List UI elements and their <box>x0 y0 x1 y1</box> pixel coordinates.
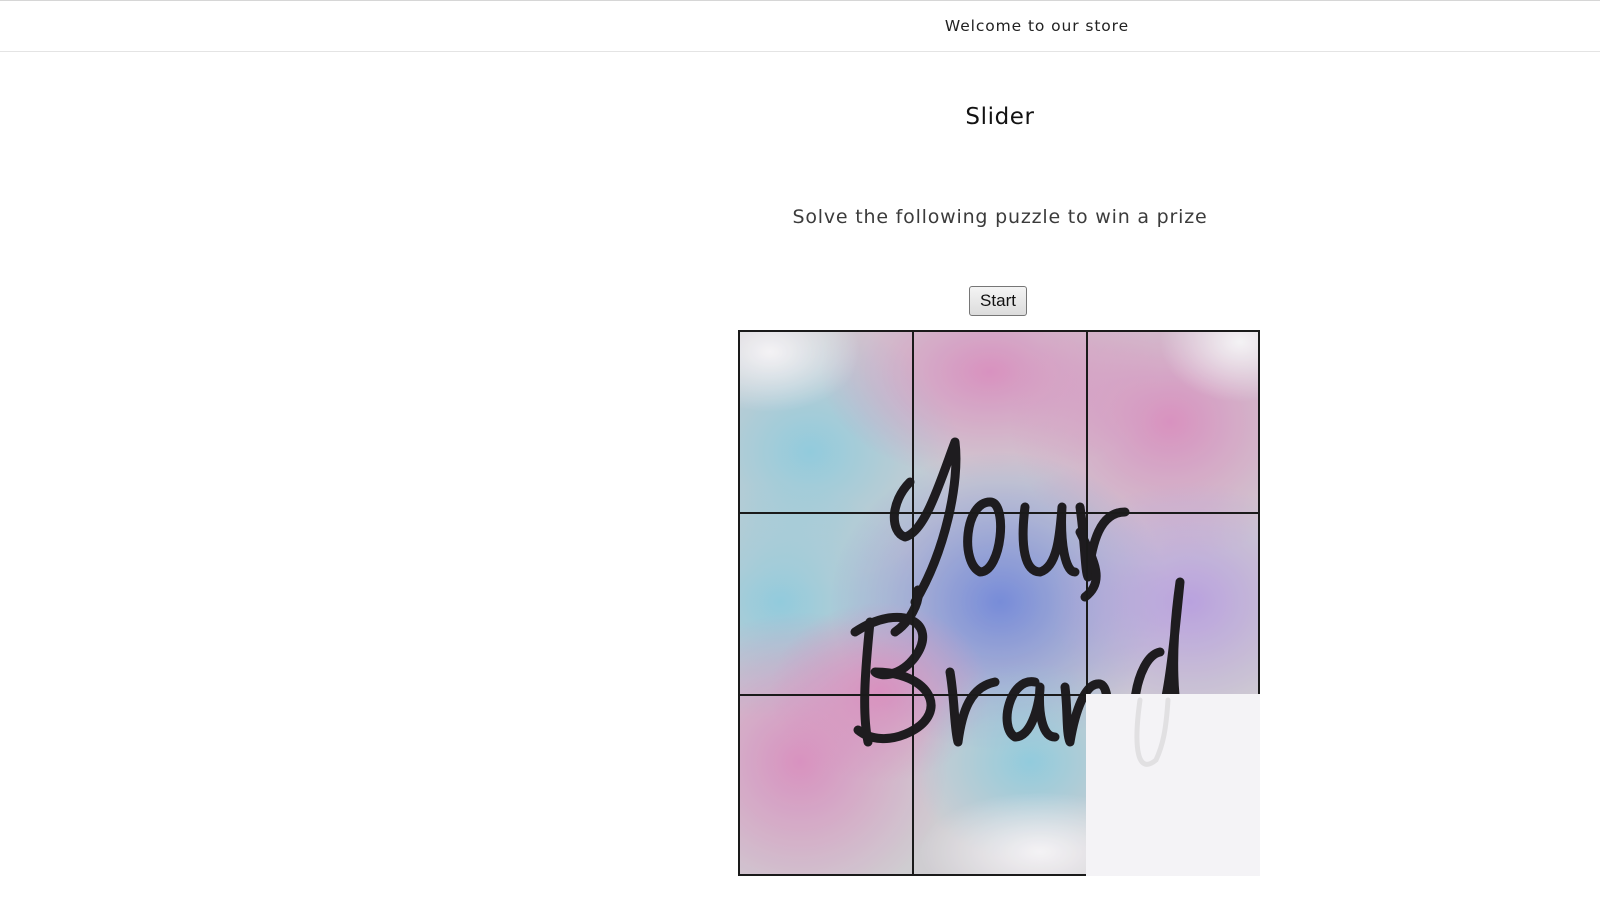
puzzle-tile-empty[interactable] <box>1086 694 1260 876</box>
puzzle-tile-2[interactable] <box>912 330 1088 514</box>
puzzle-tile-4[interactable] <box>738 512 914 696</box>
puzzle-tile-6[interactable] <box>1086 512 1260 696</box>
puzzle-tile-1[interactable] <box>738 330 914 514</box>
announcement-text: Welcome to our store <box>944 17 1130 35</box>
puzzle-tile-8[interactable] <box>912 694 1088 876</box>
announcement-bar: Welcome to our store <box>0 0 1600 52</box>
start-button[interactable]: Start <box>969 286 1027 316</box>
puzzle-tile-5[interactable] <box>912 512 1088 696</box>
page-title: Slider <box>965 104 1035 130</box>
puzzle-instructions: Solve the following puzzle to win a priz… <box>792 206 1208 228</box>
puzzle-tile-7[interactable] <box>738 694 914 876</box>
slider-puzzle-board <box>738 330 1260 876</box>
puzzle-tile-3[interactable] <box>1086 330 1260 514</box>
